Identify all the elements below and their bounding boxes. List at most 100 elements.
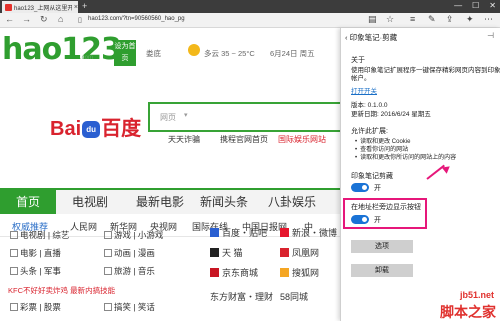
tmall-icon — [210, 248, 219, 257]
permissions-list: 读取和更改 Cookie 查看你访问的网站 读取和更改你所访问的网站上的内容 — [355, 138, 456, 162]
tab-bar: hao123_上网从这里开始 × + — ☐ ✕ — [0, 0, 500, 13]
tab-close-icon[interactable]: × — [74, 4, 78, 11]
promo-link[interactable]: KFC不好好卖炸鸡 最新内搞技能 — [8, 285, 115, 296]
more-icon[interactable]: ⋯ — [484, 14, 493, 25]
panel-title-text: 印象笔记·剪藏 — [349, 33, 398, 42]
reading-view-icon[interactable]: ▤ — [368, 14, 377, 25]
site-link[interactable]: 凤凰网 — [280, 246, 319, 259]
tab-movies[interactable]: 最新电影 — [136, 190, 184, 214]
chevron-down-icon[interactable]: ▾ — [184, 111, 188, 119]
site-link-text: 东方财富・理财 — [210, 292, 274, 302]
list-item-text: 电影 | 直播 — [20, 248, 61, 258]
logo-domain: .com — [80, 55, 94, 61]
highlight-box — [343, 198, 427, 229]
game-icon — [104, 231, 112, 239]
list-item-text: 电视剧 | 综艺 — [20, 230, 70, 240]
list-item: 查看你访问的网站 — [355, 146, 456, 154]
url-field[interactable]: hao123.com/?tn=90560560_hao_pg — [88, 16, 185, 22]
sun-icon — [188, 44, 200, 56]
site-link-text: 搜狐网 — [292, 268, 320, 278]
hot-link-1[interactable]: 天天诈骗 — [168, 134, 200, 145]
new-tab-button[interactable]: + — [82, 1, 87, 11]
update-date-text: 更新日期: 2016/6/24 星期五 — [351, 111, 431, 118]
home-icon[interactable]: ⌂ — [58, 14, 63, 24]
watermark-title: 脚本之家 — [440, 304, 496, 320]
ifeng-icon — [280, 248, 289, 257]
tab-title: hao123_上网从这里开始 — [13, 5, 72, 12]
paw-icon: du — [82, 121, 101, 138]
share-icon[interactable]: ⇪ — [446, 14, 454, 25]
site-link-text: 凤凰网 — [292, 248, 320, 258]
movie-icon — [10, 249, 18, 257]
list-item-text: 搞笑 | 笑话 — [114, 302, 155, 312]
extension-toggle[interactable] — [351, 183, 369, 192]
description-line-1: 使用印象笔记扩展程序一键保存精彩网页内容到印象笔记 — [351, 67, 500, 74]
site-link-text: 百度・贴吧 — [222, 228, 268, 238]
tab-tv[interactable]: 电视剧 — [72, 190, 108, 214]
refresh-icon[interactable]: ↻ — [40, 14, 48, 25]
search-input[interactable]: 网页 ▾ — [148, 102, 340, 132]
list-item-text: 游戏 | 小游戏 — [114, 230, 164, 240]
forward-icon[interactable]: → — [22, 14, 31, 24]
tv-icon — [10, 231, 18, 239]
minimize-button[interactable]: — — [454, 1, 462, 10]
site-link[interactable]: 58同城 — [280, 290, 308, 303]
sohu-icon — [280, 268, 289, 277]
joke-icon — [104, 303, 112, 311]
hao123-logo[interactable]: hao123 — [2, 34, 122, 66]
site-link-text: 京东商城 — [222, 268, 259, 278]
panel-title[interactable]: ‹ 印象笔记·剪藏 — [345, 32, 397, 43]
uninstall-button[interactable]: 卸载 — [351, 264, 413, 277]
baidu-icon — [210, 228, 219, 237]
list-item-text: 头条 | 军事 — [20, 266, 61, 276]
about-heading: 关于 — [351, 57, 365, 64]
hot-link-2[interactable]: 携程官网首页 — [220, 134, 268, 145]
evernote-icon[interactable]: ✦ — [466, 14, 474, 25]
weibo-icon — [280, 228, 289, 237]
toggle2-label: 在地址栏旁边显示按钮 — [351, 204, 421, 211]
maximize-button[interactable]: ☐ — [472, 1, 479, 10]
permissions-heading: 允许此扩展: — [351, 128, 388, 135]
close-window-button[interactable]: ✕ — [489, 1, 496, 10]
weather-city[interactable]: 娄底 — [146, 48, 161, 59]
list-item-text: 彩票 | 股票 — [20, 302, 61, 312]
show-button-toggle[interactable] — [351, 215, 369, 224]
baidu-logo-text-a: Bai — [50, 118, 82, 140]
site-link-text: 58同城 — [280, 292, 309, 302]
browser-tab[interactable]: hao123_上网从这里开始 × — [2, 1, 78, 13]
options-button[interactable]: 选项 — [351, 240, 413, 253]
annotation-arrow-head — [441, 163, 453, 174]
category-nav: 首页 电视剧 最新电影 新闻头条 八卦娱乐 — [0, 188, 340, 214]
address-bar: ← → ↻ ⌂ ▯ hao123.com/?tn=90560560_hao_pg… — [0, 13, 500, 28]
site-link[interactable]: 新浪・微博 — [280, 226, 337, 239]
site-link[interactable]: 天 猫 — [210, 246, 243, 259]
hao123-page: hao123 .com 设为首页 娄底 多云 35 ~ 25°C 6月24日 周… — [0, 28, 340, 321]
hot-link-3[interactable]: 国际娱乐网站 — [278, 134, 326, 145]
tab-entertainment[interactable]: 八卦娱乐 — [268, 190, 316, 214]
page-info-icon[interactable]: ▯ — [78, 16, 82, 24]
set-homepage-button[interactable]: 设为首页 — [114, 40, 136, 66]
back-icon[interactable]: ← — [5, 14, 14, 24]
pin-icon[interactable]: ⊣ — [487, 31, 494, 40]
site-link[interactable]: 搜狐网 — [280, 266, 319, 279]
site-link-text: 新浪・微博 — [292, 228, 338, 238]
hub-icon[interactable]: ≡ — [410, 14, 415, 24]
baidu-logo-text-b: 百度 — [101, 118, 142, 140]
site-link-text: 天 猫 — [222, 248, 243, 258]
site-link[interactable]: 百度・贴吧 — [210, 226, 267, 239]
news-icon — [10, 267, 18, 275]
site-link[interactable]: 东方财富・理财 — [210, 290, 273, 303]
list-item: 读取和更改 Cookie — [355, 138, 456, 146]
web-note-icon[interactable]: ✎ — [428, 14, 436, 25]
tab-news[interactable]: 新闻头条 — [200, 190, 248, 214]
favorite-star-icon[interactable]: ☆ — [386, 14, 394, 25]
open-link[interactable]: 打开开关 — [351, 88, 377, 97]
favicon-icon — [5, 3, 12, 11]
list-item-text: 动画 | 漫画 — [114, 248, 155, 258]
tab-home[interactable]: 首页 — [0, 190, 56, 214]
site-link[interactable]: 京东商城 — [210, 266, 258, 279]
baidu-logo[interactable]: Bai du 百度 — [50, 112, 141, 141]
weather-temp: 多云 35 ~ 25°C — [204, 49, 255, 58]
lottery-icon — [10, 303, 18, 311]
search-tab-label[interactable]: 网页 — [160, 112, 176, 123]
